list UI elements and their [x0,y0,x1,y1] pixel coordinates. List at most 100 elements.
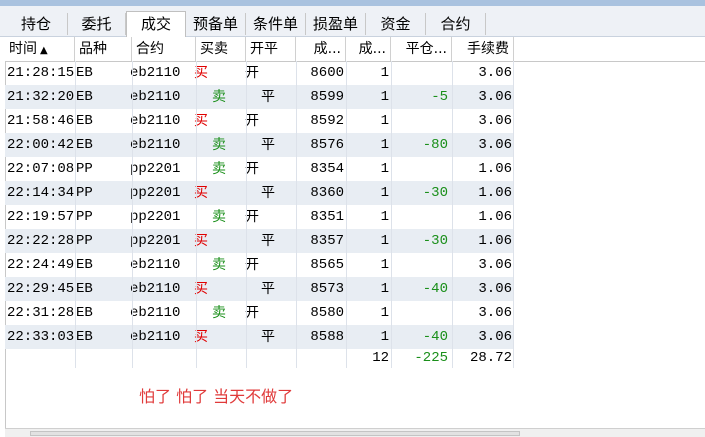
cell-close-pnl [391,253,448,277]
tab-funds[interactable]: 资金 [366,13,426,35]
column-separator [75,61,76,368]
cell-fee: 3.06 [478,137,512,153]
cell-fee: 3.06 [478,305,512,321]
cell-open-close: 开 [245,65,259,81]
col-header-time[interactable]: 时间 ▲ [5,37,75,61]
cell-fee: 1.06 [478,233,512,249]
cell-variety: PP [76,185,93,201]
total-volume: 12 [372,350,389,366]
cell-volume: 1 [380,305,389,321]
col-header-contract[interactable]: 合约 [132,37,196,61]
cell-open-close: 平 [261,281,275,297]
cell-time: 22:07:08 [7,161,75,177]
cell-contract: eb2110 [130,113,181,129]
column-separator [391,61,392,368]
cell-close-pnl: -30 [422,185,448,201]
cell-volume: 1 [380,281,389,297]
table-row[interactable]: 22:22:28 PP pp2201 买 平 8357 1 -30 1.06 [5,229,513,253]
cell-open-close: 平 [261,137,275,153]
cell-close-pnl: -40 [422,281,448,297]
cell-fee: 3.06 [478,65,512,81]
sort-ascending-icon: ▲ [40,45,48,56]
table-row[interactable]: 22:24:49 EB eb2110 卖 开 8565 1 3.06 [5,253,513,277]
cell-side: 卖 [212,305,226,321]
scrollbar-thumb[interactable] [30,431,520,436]
cell-side: 买 [194,281,208,297]
cell-variety: PP [76,161,93,177]
cell-time: 22:14:34 [7,185,75,201]
table-row[interactable]: 21:28:15 EB eb2110 买 开 8600 1 3.06 [5,61,513,85]
cell-close-pnl: -30 [422,233,448,249]
cell-price: 8576 [310,137,344,153]
tab-positions[interactable]: 持仓 [5,13,68,35]
cell-open-close: 开 [245,113,259,129]
cell-volume: 1 [380,113,389,129]
column-separator [246,61,247,368]
cell-fee: 3.06 [478,89,512,105]
cell-open-close: 开 [245,305,259,321]
total-fee: 28.72 [469,350,512,366]
cell-side: 买 [194,113,208,129]
cell-open-close: 平 [261,233,275,249]
cell-volume: 1 [380,65,389,81]
col-header-variety[interactable]: 品种 [75,37,132,61]
tab-trades[interactable]: 成交 [126,11,186,37]
tab-prepared-orders[interactable]: 预备单 [186,13,246,35]
cell-side: 买 [194,185,208,201]
cell-side: 卖 [212,137,226,153]
cell-price: 8357 [310,233,344,249]
cell-price: 8360 [310,185,344,201]
tab-contracts[interactable]: 合约 [426,13,486,35]
cell-variety: PP [76,233,93,249]
cell-fee: 1.06 [478,209,512,225]
tab-conditional-orders[interactable]: 条件单 [246,13,306,35]
table-row[interactable]: 22:19:57 PP pp2201 卖 开 8351 1 1.06 [5,205,513,229]
col-header-time-label: 时间 [9,41,37,57]
col-header-fee[interactable]: 手续费 [452,37,514,61]
table-row[interactable]: 22:29:45 EB eb2110 买 平 8573 1 -40 3.06 [5,277,513,301]
cell-open-close: 平 [261,185,275,201]
col-header-price[interactable]: 成... [296,37,346,61]
table-row[interactable]: 22:31:28 EB eb2110 卖 开 8580 1 3.06 [5,301,513,325]
tab-stop-orders[interactable]: 损盈单 [306,13,366,35]
col-header-open-close[interactable]: 开平 [246,37,296,61]
cell-time: 22:29:45 [7,281,75,297]
col-header-volume[interactable]: 成... [346,37,391,61]
cell-contract: pp2201 [130,161,181,177]
cell-volume: 1 [380,89,389,105]
cell-volume: 1 [380,137,389,153]
column-separator [296,61,297,368]
cell-close-pnl: -5 [431,89,448,105]
cell-volume: 1 [380,185,389,201]
column-separator [346,61,347,368]
cell-time: 21:58:46 [7,113,75,129]
cell-close-pnl [391,157,448,181]
col-header-side[interactable]: 买卖 [196,37,246,61]
tab-orders[interactable]: 委托 [68,13,126,35]
table-row[interactable]: 22:00:42 EB eb2110 卖 平 8576 1 -80 3.06 [5,133,513,157]
cell-price: 8354 [310,161,344,177]
table-row[interactable]: 22:07:08 PP pp2201 卖 开 8354 1 1.06 [5,157,513,181]
tab-bar: 持仓 委托 成交 预备单 条件单 损盈单 资金 合约 [0,6,705,37]
cell-volume: 1 [380,209,389,225]
cell-volume: 1 [380,257,389,273]
table-row[interactable]: 21:58:46 EB eb2110 买 开 8592 1 3.06 [5,109,513,133]
annotation-text: 怕了 怕了 当天不做了 [139,387,294,406]
table-row[interactable]: 21:32:20 EB eb2110 卖 平 8599 1 -5 3.06 [5,85,513,109]
cell-fee: 3.06 [478,257,512,273]
col-header-close-pnl[interactable]: 平仓... [391,37,452,61]
cell-time: 22:24:49 [7,257,75,273]
cell-contract: pp2201 [130,233,181,249]
cell-close-pnl [391,109,448,133]
cell-contract: pp2201 [130,185,181,201]
cell-side: 卖 [212,89,226,105]
cell-time: 22:00:42 [7,137,75,153]
cell-price: 8580 [310,305,344,321]
table-header: 时间 ▲ 品种 合约 买卖 开平 成... 成... 平仓... 手续费 [5,37,705,62]
totals-row: 12 -225 28.72 [5,346,513,370]
cell-price: 8351 [310,209,344,225]
cell-contract: eb2110 [130,137,181,153]
cell-contract: eb2110 [130,305,181,321]
cell-variety: EB [76,305,93,321]
table-row[interactable]: 22:14:34 PP pp2201 买 平 8360 1 -30 1.06 [5,181,513,205]
